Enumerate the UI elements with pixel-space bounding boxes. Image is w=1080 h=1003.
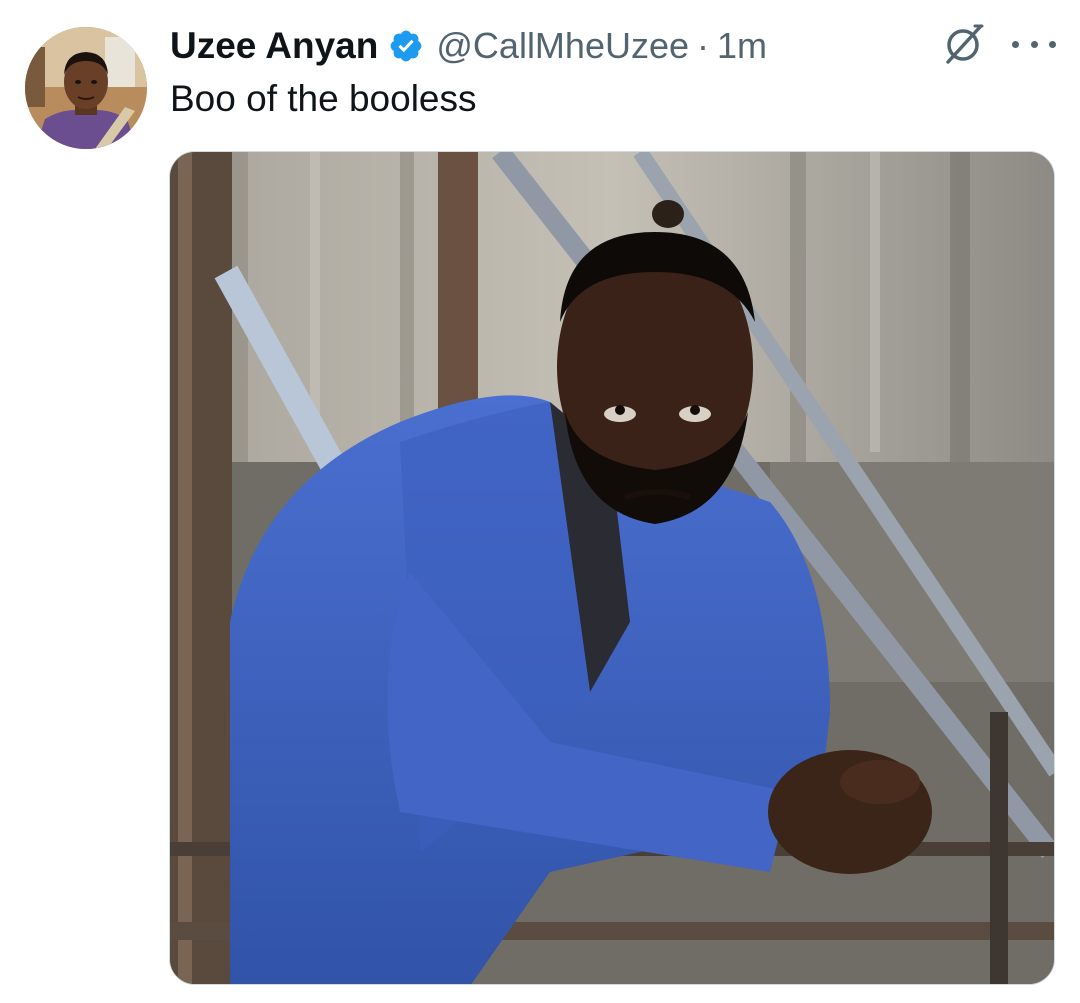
timestamp[interactable]: 1m: [717, 25, 767, 67]
more-dot-icon: [1030, 40, 1038, 48]
tweet-text: Boo of the booless: [170, 78, 477, 119]
tweet[interactable]: Uzee Anyan @CallMheUzee · 1m Boo of the …: [0, 0, 1080, 1003]
tweet-header: Uzee Anyan @CallMheUzee · 1m: [170, 22, 767, 70]
handle[interactable]: @CallMheUzee: [436, 25, 689, 67]
tweet-media-photo[interactable]: [169, 151, 1055, 985]
separator-dot: ·: [697, 25, 710, 66]
grok-icon[interactable]: [942, 22, 986, 66]
more-dot-icon: [1012, 40, 1019, 48]
avatar[interactable]: [25, 27, 147, 149]
more-dot-icon: [1049, 40, 1056, 48]
display-name[interactable]: Uzee Anyan: [170, 25, 378, 67]
verified-badge-icon[interactable]: [388, 28, 424, 64]
more-horizontal-icon[interactable]: [1012, 30, 1056, 58]
